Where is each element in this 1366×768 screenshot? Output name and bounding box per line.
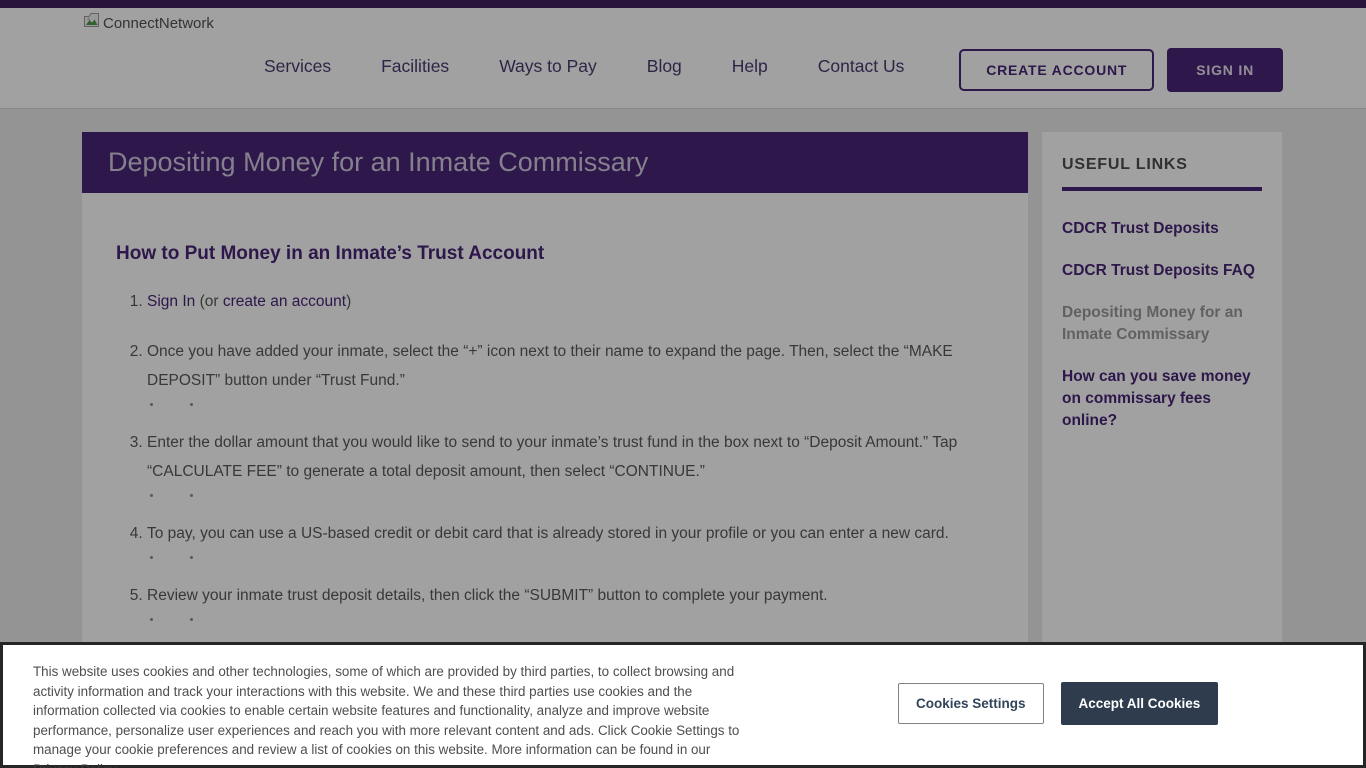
page: ConnectNetwork ServicesFacilitiesWays to… xyxy=(0,0,1366,768)
cookie-text: This website uses cookies and other tech… xyxy=(33,664,739,757)
accept-all-cookies-button[interactable]: Accept All Cookies xyxy=(1061,682,1219,725)
privacy-policy-link[interactable]: Privacy Policy xyxy=(33,762,116,768)
cookie-consent-banner: This website uses cookies and other tech… xyxy=(0,642,1366,768)
cookies-settings-button[interactable]: Cookies Settings xyxy=(898,683,1044,724)
cookie-banner-text: This website uses cookies and other tech… xyxy=(33,662,745,768)
cookie-banner-buttons: Cookies Settings Accept All Cookies xyxy=(898,682,1218,725)
